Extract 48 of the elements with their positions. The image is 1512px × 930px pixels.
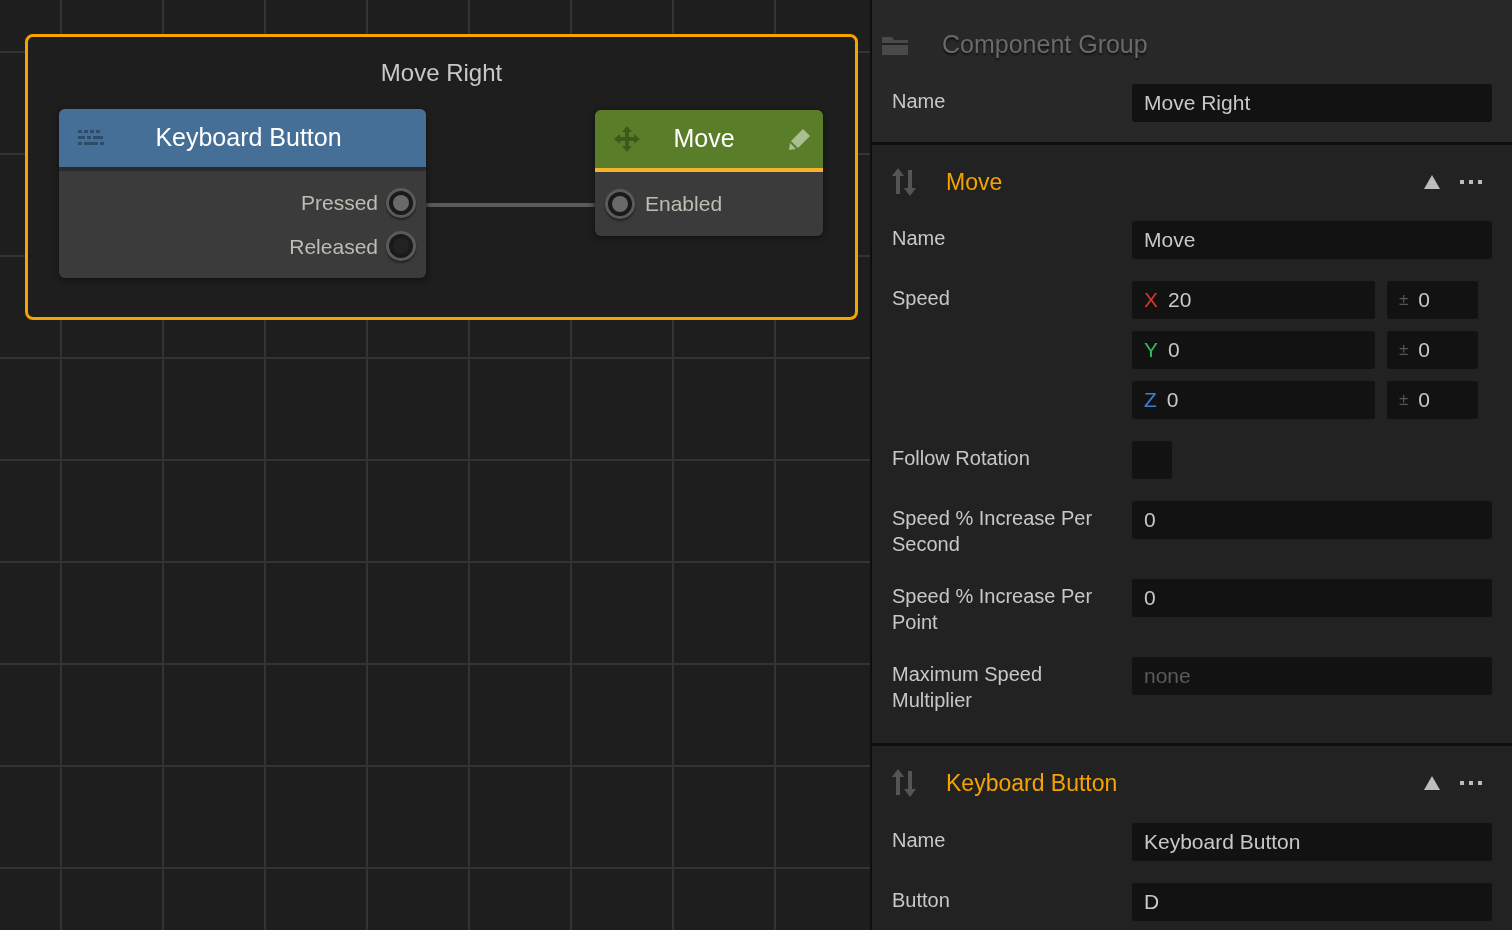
- node-title: Keyboard Button: [154, 122, 343, 154]
- keyboard-icon: [78, 130, 104, 146]
- reorder-arrows-icon[interactable]: [892, 167, 916, 196]
- field-label: Name: [892, 827, 947, 853]
- panel-title: Component Group: [942, 29, 1148, 60]
- port-label: Enabled: [645, 191, 723, 217]
- section-title: Move: [946, 167, 1004, 197]
- collapse-triangle-icon[interactable]: [1424, 174, 1440, 189]
- input-field[interactable]: Move Right: [1132, 83, 1492, 122]
- axis-label: Y: [1144, 337, 1158, 364]
- input-field[interactable]: 0: [1132, 579, 1492, 617]
- connection-port[interactable]: [605, 188, 635, 219]
- input-field[interactable]: X 20: [1132, 281, 1375, 319]
- move-arrows-icon: [614, 126, 640, 152]
- field-label: Follow Rotation: [892, 446, 1031, 471]
- reorder-arrows-icon[interactable]: [892, 769, 916, 798]
- input-field[interactable]: 0: [1132, 501, 1492, 539]
- field-label: Speed % Increase Per Second: [892, 506, 1094, 557]
- input-field[interactable]: D: [1132, 882, 1492, 921]
- input-field[interactable]: Move: [1132, 221, 1492, 259]
- field-label: Speed: [892, 286, 951, 311]
- field-label: Name: [892, 88, 947, 114]
- node-card[interactable]: Move Enabled: [595, 110, 823, 236]
- port-label: Pressed: [300, 190, 378, 216]
- input-field[interactable]: ± 0: [1387, 381, 1478, 419]
- axis-label: Z: [1144, 387, 1157, 414]
- more-options-icon[interactable]: [1460, 781, 1482, 786]
- connection-port[interactable]: [386, 187, 416, 218]
- node-title: Move: [672, 123, 736, 155]
- axis-label: X: [1144, 287, 1158, 314]
- field-label: Name: [892, 226, 947, 251]
- more-options-icon[interactable]: [1460, 179, 1482, 184]
- field-label: Button: [892, 887, 951, 913]
- connection-port[interactable]: [386, 231, 416, 262]
- input-field[interactable]: ± 0: [1387, 331, 1478, 369]
- pencil-icon[interactable]: [789, 128, 811, 150]
- collapse-triangle-icon[interactable]: [1424, 776, 1440, 791]
- input-field[interactable]: Y 0: [1132, 331, 1375, 369]
- input-field[interactable]: Keyboard Button: [1132, 822, 1492, 861]
- field-label: Maximum Speed Multiplier: [892, 662, 1044, 713]
- section-title: Keyboard Button: [946, 769, 1119, 798]
- node-card[interactable]: Keyboard Button Pressed Released: [59, 109, 426, 278]
- field-label: Speed % Increase Per Point: [892, 584, 1094, 635]
- input-field[interactable]: Z 0: [1132, 381, 1375, 419]
- input-field[interactable]: ± 0: [1387, 281, 1478, 319]
- port-label: Released: [289, 233, 378, 260]
- folder-icon: [882, 34, 908, 55]
- group-title: Move Right: [380, 58, 503, 88]
